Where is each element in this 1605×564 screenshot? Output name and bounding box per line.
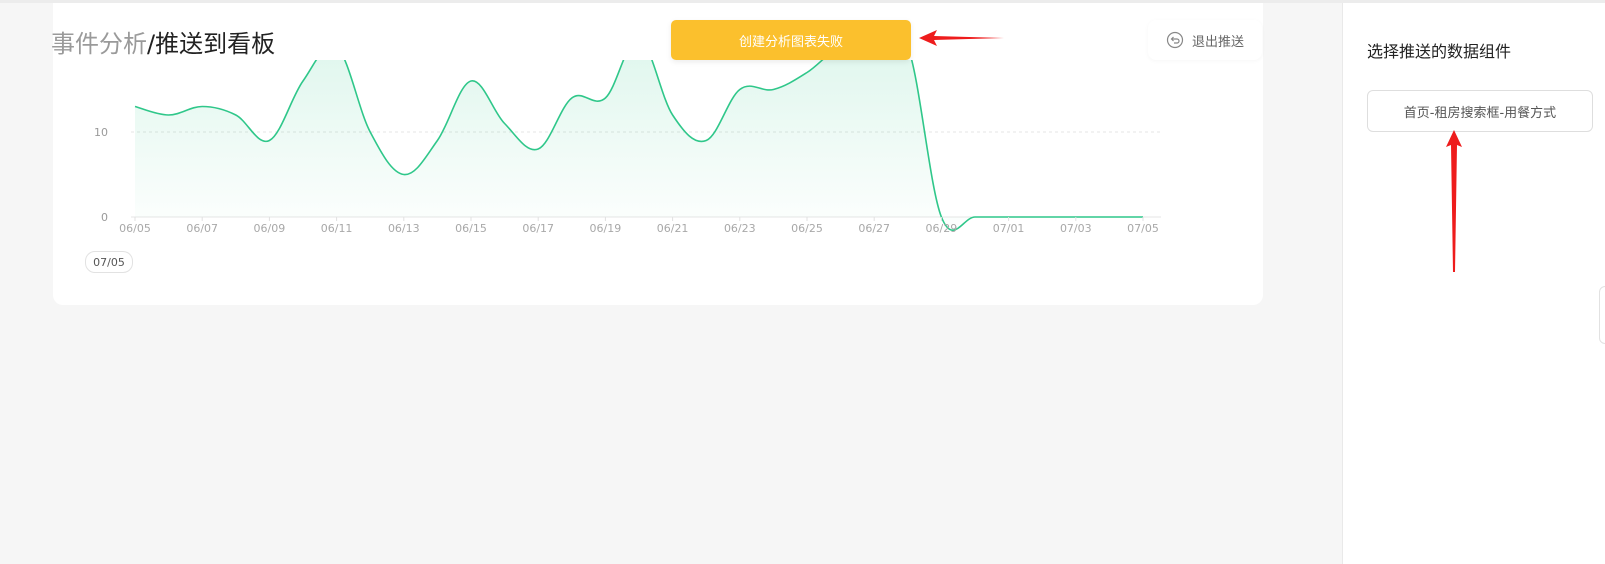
x-tick-label: 06/21 [657, 222, 689, 235]
x-tick-label: 06/09 [254, 222, 286, 235]
x-tick-label: 06/11 [321, 222, 353, 235]
right-sidebar: 选择推送的数据组件 首页-租房搜索框-用餐方式 [1342, 3, 1605, 564]
error-toast: 创建分析图表失败 [671, 20, 911, 60]
y-tick-label: 0 [101, 211, 108, 224]
x-tick-label: 06/23 [724, 222, 756, 235]
x-tick-label: 06/07 [186, 222, 218, 235]
x-tick-label: 06/13 [388, 222, 420, 235]
undo-circle-icon [1166, 31, 1184, 49]
date-chip-label: 07/05 [93, 255, 125, 269]
x-tick-label: 06/25 [791, 222, 823, 235]
breadcrumb-event-analysis[interactable]: 事件分析 [51, 30, 147, 58]
exit-push-label: 退出推送 [1191, 34, 1244, 50]
breadcrumb-current: 推送到看板 [155, 30, 276, 58]
sidebar-edge-handle[interactable] [1599, 286, 1605, 344]
sidebar-title: 选择推送的数据组件 [1367, 42, 1512, 61]
x-tick-label: 06/17 [522, 222, 554, 235]
x-tick-label: 06/15 [455, 222, 487, 235]
data-widget-label: 首页-租房搜索框-用餐方式 [1403, 105, 1557, 121]
toast-message: 创建分析图表失败 [738, 34, 843, 50]
x-tick-label: 06/27 [858, 222, 890, 235]
y-tick-label: 10 [94, 126, 108, 139]
x-tick-label: 06/29 [926, 222, 958, 235]
main-panel: 0 10 06/05 06/07 06/09 06/11 06/13 06/15 06/17 06… [0, 3, 1342, 564]
x-tick-label: 07/03 [1060, 222, 1092, 235]
x-tick-label: 06/05 [119, 222, 151, 235]
data-widget-option[interactable]: 首页-租房搜索框-用餐方式 [1367, 90, 1593, 132]
breadcrumb-separator: / [147, 30, 156, 58]
page-title: 事件分析/推送到看板 [51, 24, 275, 59]
x-tick-label: 06/19 [590, 222, 622, 235]
exit-push-button[interactable]: 退出推送 [1148, 20, 1262, 60]
x-tick-label: 07/05 [1127, 222, 1159, 235]
date-chip[interactable]: 07/05 [85, 251, 133, 273]
x-tick-label: 07/01 [993, 222, 1025, 235]
